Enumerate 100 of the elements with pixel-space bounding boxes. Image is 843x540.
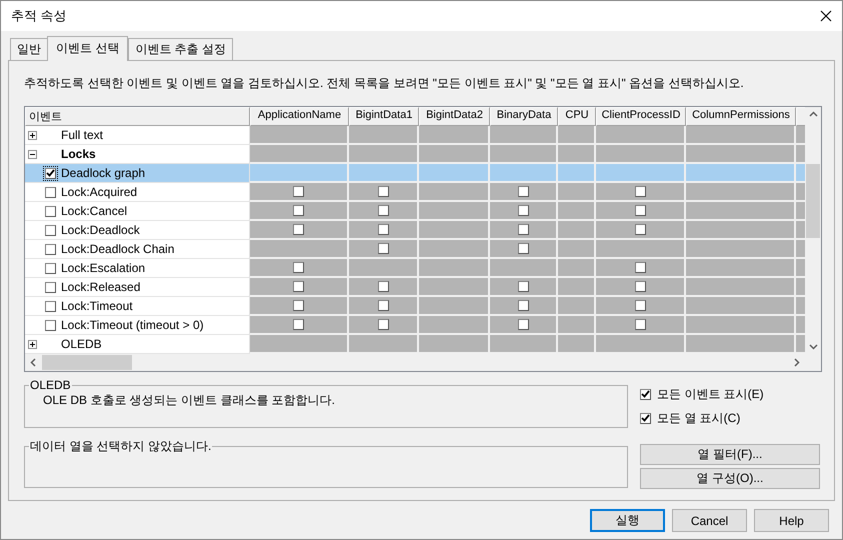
event-label[interactable]: Lock:Escalation [61,261,146,275]
column-header[interactable]: ApplicationName [250,107,349,126]
column-checkbox[interactable] [634,300,646,311]
table-cell [419,278,490,297]
dialog-button[interactable]: 실행 [590,509,665,532]
column-header[interactable]: BigintData2 [419,107,490,126]
table-cell [490,164,558,183]
column-checkbox[interactable] [634,319,646,330]
table-cell [419,240,490,259]
event-checkbox[interactable] [45,206,56,216]
column-checkbox[interactable] [293,205,304,216]
table-cell [490,145,558,164]
column-checkbox[interactable] [634,224,646,235]
column-checkbox[interactable] [378,205,388,216]
column-header[interactable]: BigintData1 [349,107,419,126]
close-icon[interactable] [820,10,832,22]
column-checkbox[interactable] [293,300,304,311]
option-label[interactable]: 모든 열 표시(C) [657,410,740,426]
scroll-thumb[interactable] [42,355,132,370]
tab[interactable]: 이벤트 추출 설정 [128,38,234,61]
tab[interactable]: 일반 [10,38,48,61]
column-checkbox[interactable] [634,262,646,273]
event-checkbox[interactable] [45,224,56,236]
event-label[interactable]: Lock:Timeout [61,299,133,313]
column-checkbox[interactable] [378,300,388,311]
column-checkbox[interactable] [378,224,388,235]
scroll-thumb[interactable] [806,164,820,238]
table-row[interactable]: Lock:Acquired [25,183,805,202]
event-label[interactable]: Deadlock graph [61,166,146,180]
column-checkbox[interactable] [634,186,646,197]
column-checkbox[interactable] [518,300,528,311]
column-checkbox[interactable] [378,281,388,292]
dialog-button[interactable]: Help [754,509,829,532]
category-label[interactable]: Full text [61,128,104,142]
category-label[interactable]: OLEDB [61,337,102,351]
dialog-button[interactable]: Cancel [672,509,747,532]
table-row[interactable]: Lock:Timeout (timeout > 0) [25,316,805,335]
column-checkbox[interactable] [518,243,528,254]
column-checkbox[interactable] [293,224,304,235]
event-checkbox[interactable] [45,244,56,254]
scroll-right-icon[interactable] [792,358,801,367]
table-row[interactable]: Lock:Cancel [25,202,805,221]
option-checkbox[interactable] [640,412,651,424]
column-checkbox[interactable] [518,281,528,292]
column-checkbox[interactable] [634,281,646,292]
scroll-left-icon[interactable] [29,358,38,367]
plus-box-icon[interactable] [28,130,37,140]
column-checkbox[interactable] [518,224,528,235]
event-checkbox[interactable] [45,186,56,198]
horizontal-scrollbar[interactable] [25,354,805,371]
table-cell [349,164,419,183]
column-header[interactable]: ClientProcessID [596,107,686,126]
column-header[interactable]: ColumnPermissions [686,107,796,126]
category-label[interactable]: Locks [61,147,96,161]
event-label[interactable]: Lock:Cancel [61,204,128,218]
event-checkbox[interactable] [45,300,56,312]
table-row[interactable]: OLEDB [25,335,805,354]
column-button[interactable]: 열 구성(O)... [640,468,820,489]
column-button[interactable]: 열 필터(F)... [640,444,820,465]
column-checkbox[interactable] [378,243,388,254]
table-row[interactable]: Lock:Deadlock Chain [25,240,805,259]
column-checkbox[interactable] [634,205,646,216]
column-checkbox[interactable] [293,319,304,330]
table-row[interactable]: Full text [25,126,805,145]
table-row[interactable]: Lock:Deadlock [25,221,805,240]
column-checkbox[interactable] [518,319,528,330]
event-label[interactable]: Lock:Timeout (timeout > 0) [61,318,204,332]
event-checkbox[interactable] [45,262,56,274]
column-checkbox[interactable] [518,186,528,197]
tab[interactable]: 이벤트 선택 [47,36,128,61]
event-label[interactable]: Lock:Released [61,280,140,294]
option-checkbox[interactable] [640,388,651,400]
event-checkbox[interactable] [45,168,56,178]
column-checkbox[interactable] [293,186,304,197]
table-row[interactable]: Lock:Escalation [25,259,805,278]
table-cell [490,126,558,145]
event-label[interactable]: Lock:Deadlock [61,223,140,237]
event-checkbox[interactable] [45,320,56,330]
column-checkbox[interactable] [293,262,304,273]
scroll-down-icon[interactable] [808,342,818,351]
column-header[interactable]: CPU [558,107,596,126]
table-row[interactable]: Locks [25,145,805,164]
table-row[interactable]: Lock:Released [25,278,805,297]
column-checkbox[interactable] [378,186,388,197]
event-label[interactable]: Lock:Deadlock Chain [61,242,174,256]
scroll-up-icon[interactable] [808,110,818,119]
vertical-scrollbar[interactable] [805,107,821,354]
option-label[interactable]: 모든 이벤트 표시(E) [657,386,764,402]
column-header[interactable]: BinaryData [490,107,558,126]
event-label[interactable]: Lock:Acquired [61,185,138,199]
plus-box-icon[interactable] [28,340,37,348]
column-checkbox[interactable] [293,281,304,292]
column-checkbox[interactable] [518,205,528,216]
table-row[interactable]: Deadlock graph [25,164,805,183]
table-cell [490,335,558,354]
column-checkbox[interactable] [378,319,388,330]
minus-box-icon[interactable] [28,150,37,158]
table-row[interactable]: Lock:Timeout [25,297,805,316]
column-header[interactable]: 이벤트 [25,107,250,126]
event-checkbox[interactable] [45,282,56,292]
